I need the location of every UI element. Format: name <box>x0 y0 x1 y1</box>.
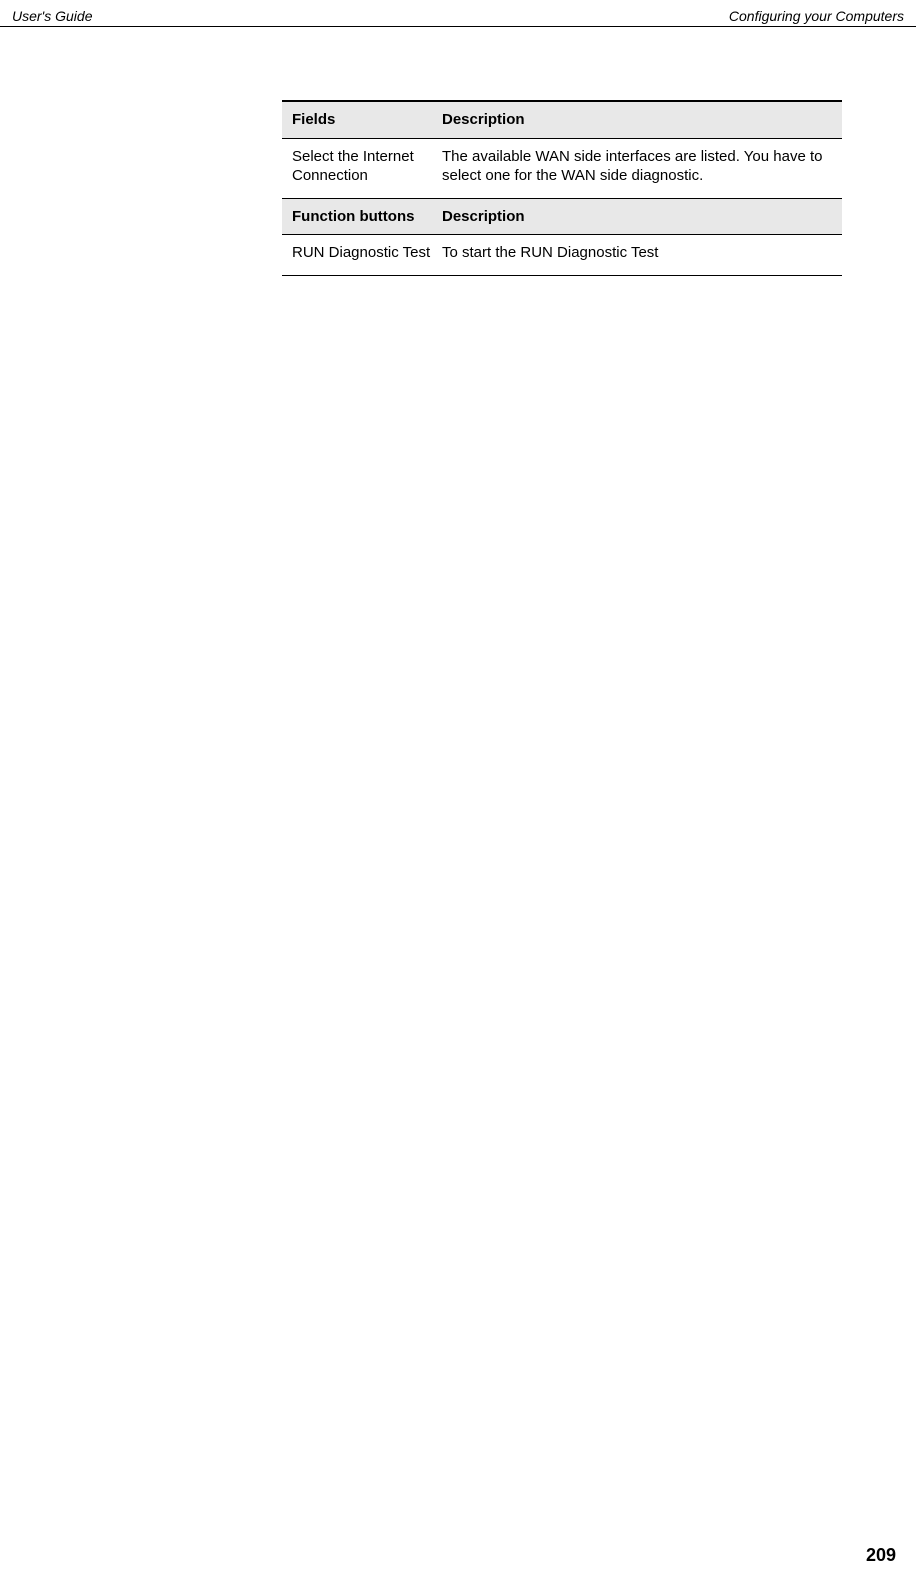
main-content: Fields Description Select the Internet C… <box>282 100 842 276</box>
page-header: User's Guide Configuring your Computers <box>0 0 916 27</box>
table-cell-function: RUN Diagnostic Test <box>292 243 442 263</box>
header-left-text: User's Guide <box>12 8 92 24</box>
table-header-description: Description <box>442 110 832 130</box>
table-header-description: Description <box>442 207 832 227</box>
table-row: Select the Internet Connection The avail… <box>282 139 842 198</box>
table-cell-field: Select the Internet Connection <box>292 147 442 186</box>
table-row: RUN Diagnostic Test To start the RUN Dia… <box>282 235 842 275</box>
table-header-row: Fields Description <box>282 102 842 138</box>
table-divider <box>282 275 842 276</box>
table-header-row: Function buttons Description <box>282 199 842 235</box>
table-header-function-buttons: Function buttons <box>292 207 442 227</box>
page-number: 209 <box>866 1545 896 1566</box>
description-table: Fields Description Select the Internet C… <box>282 100 842 276</box>
table-cell-description: To start the RUN Diagnostic Test <box>442 243 832 263</box>
table-header-fields: Fields <box>292 110 442 130</box>
table-cell-description: The available WAN side interfaces are li… <box>442 147 832 186</box>
header-right-text: Configuring your Computers <box>729 8 904 24</box>
